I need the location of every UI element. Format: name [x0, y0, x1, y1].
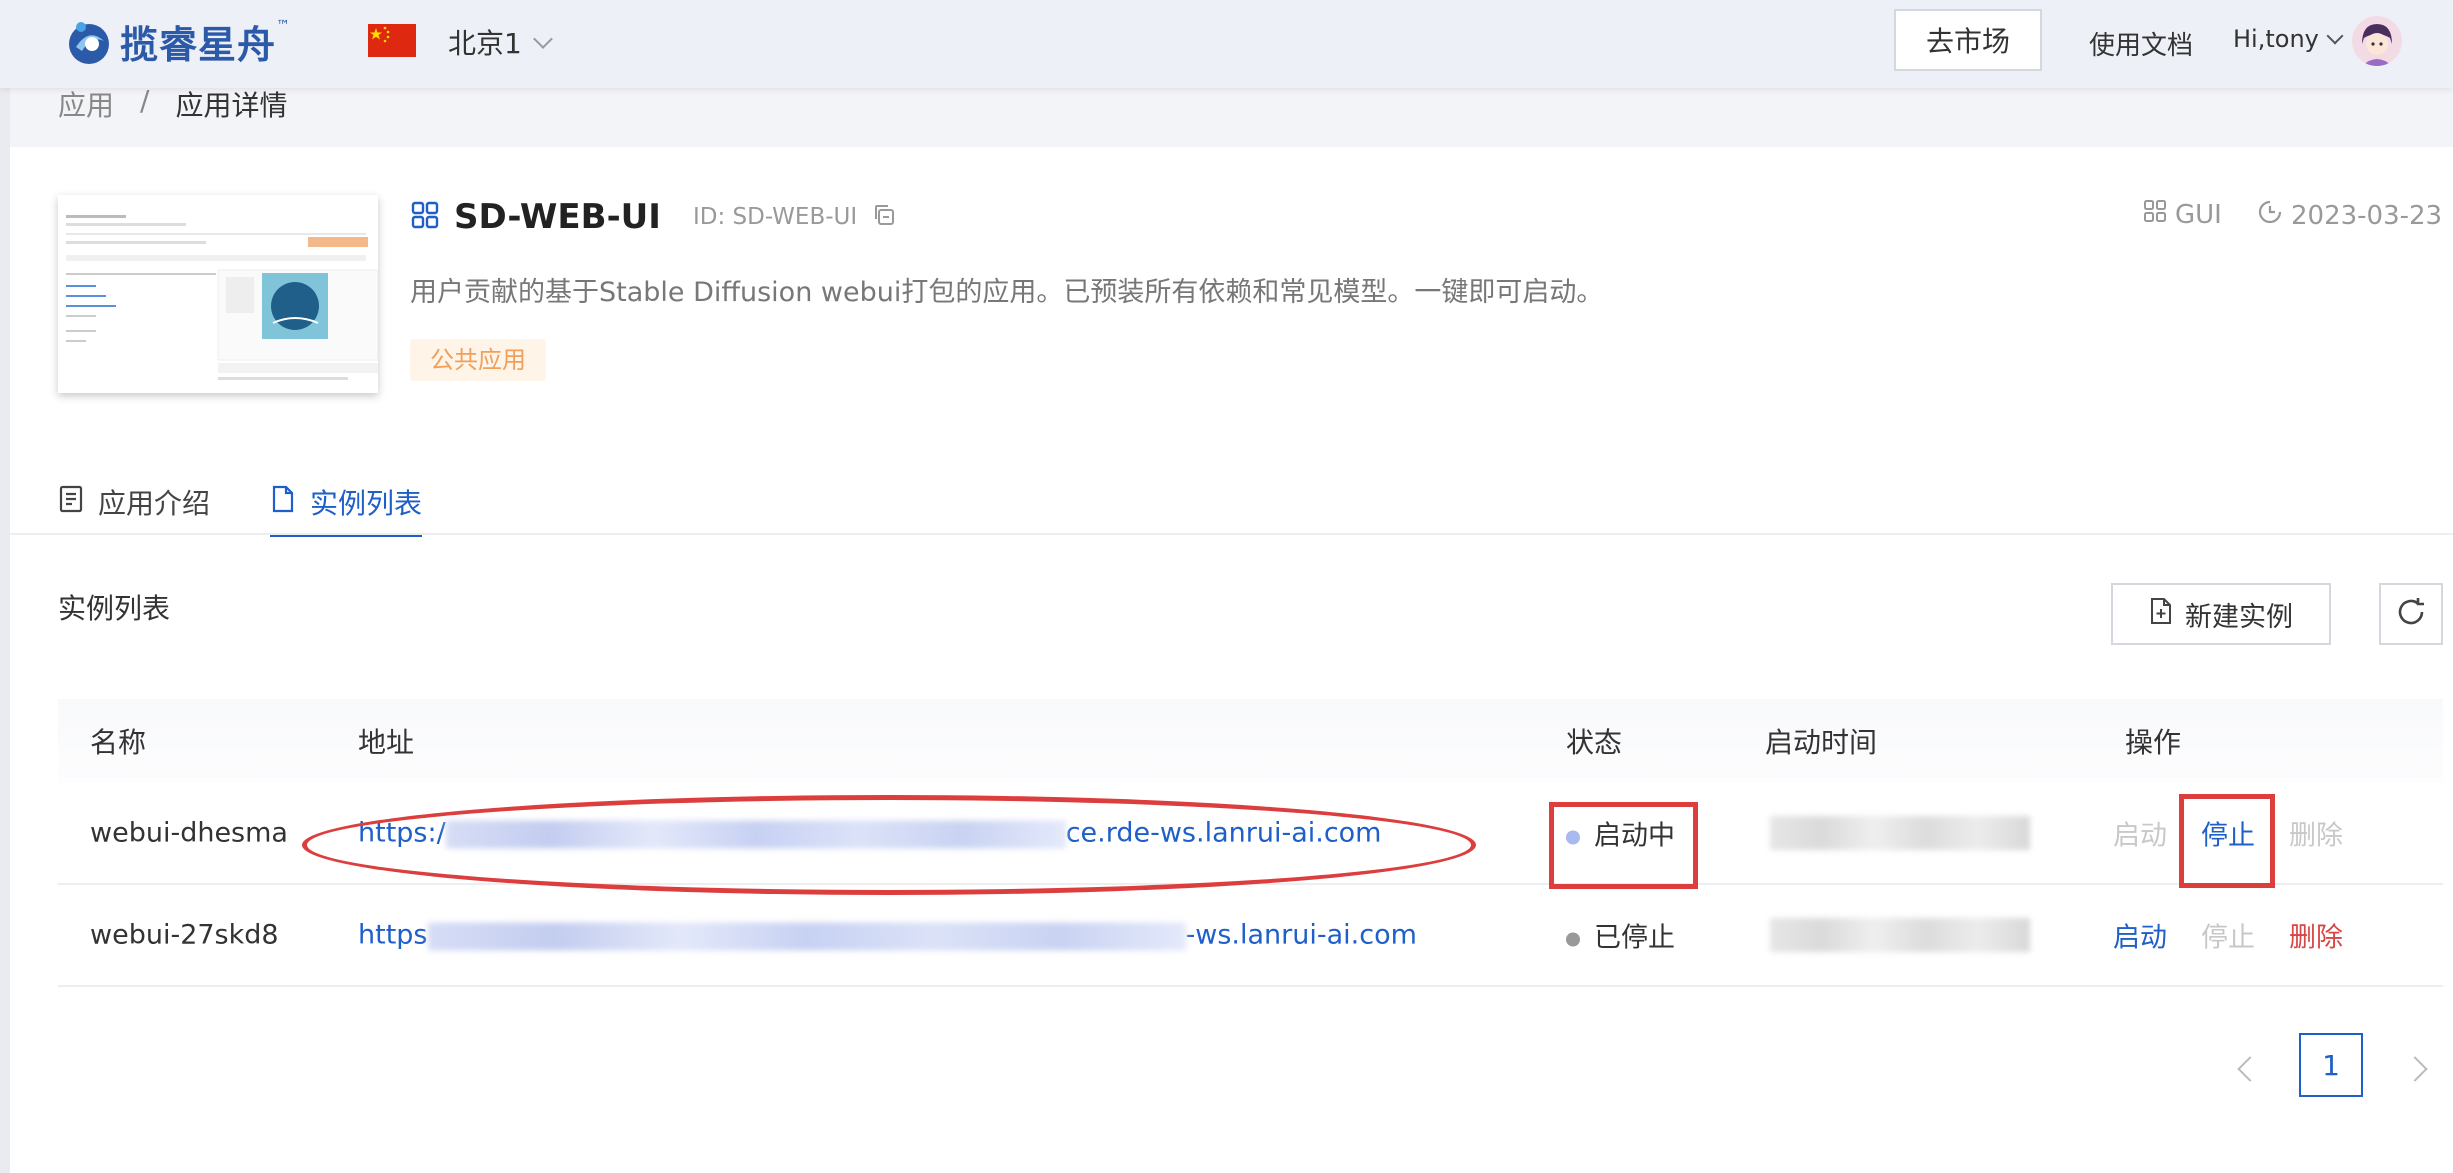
tab-bar: 应用介绍 实例列表: [58, 467, 423, 537]
app-type: GUI: [2143, 199, 2222, 230]
instance-url-link[interactable]: https -ws.lanrui-ai.com: [358, 920, 1417, 951]
blurred-start-time: [1770, 918, 2030, 952]
clock-icon: [2257, 199, 2283, 232]
pagination-page[interactable]: 1: [2299, 1033, 2363, 1097]
new-instance-label: 新建实例: [2185, 601, 2293, 633]
china-flag-icon: [368, 24, 416, 57]
column-header-status: 状态: [1566, 726, 1623, 759]
logo[interactable]: 揽睿星舟 ™: [64, 14, 290, 69]
delete-button[interactable]: 删除: [2289, 916, 2343, 955]
chevron-left-icon[interactable]: [2237, 1056, 2263, 1082]
app-id: ID: SD-WEB-UI: [692, 204, 858, 230]
app-detail-card: SD-WEB-UI ID: SD-WEB-UI 用户贡献的基于Stable Di…: [10, 147, 2453, 1173]
add-file-icon: [2149, 597, 2173, 632]
table-header: 名称 地址 状态 启动时间 操作: [58, 699, 2443, 783]
region-selector[interactable]: 北京1: [448, 22, 553, 62]
status-text: 已停止: [1594, 922, 1675, 954]
user-greeting: Hi,tony: [2233, 25, 2319, 53]
app-title-row: SD-WEB-UI ID: SD-WEB-UI: [410, 197, 897, 237]
avatar[interactable]: [2352, 16, 2402, 66]
annotation-box-status: [1549, 802, 1698, 889]
column-header-actions: 操作: [2125, 726, 2182, 759]
tab-app-intro[interactable]: 应用介绍: [58, 467, 210, 537]
column-header-start-time: 启动时间: [1765, 726, 1878, 759]
docs-link[interactable]: 使用文档: [2089, 25, 2193, 62]
annotation-ellipse: [302, 795, 1476, 895]
top-bar: 揽睿星舟 ™ 北京1 去市场 使用文档 Hi,tony: [0, 0, 2453, 88]
tab-label: 实例列表: [310, 487, 423, 520]
app-type-label: GUI: [2175, 199, 2222, 230]
app-date-label: 2023-03-23: [2291, 200, 2443, 231]
instance-name: webui-27skd8: [90, 919, 279, 951]
breadcrumb: 应用 / 应用详情: [58, 84, 287, 124]
logo-icon: [64, 17, 114, 67]
user-menu[interactable]: Hi,tony: [2233, 25, 2344, 53]
status-badge: 已停止: [1566, 916, 1675, 955]
delete-button[interactable]: 删除: [2289, 814, 2343, 853]
table-row: webui-27skd8 https -ws.lanrui-ai.com 已停止 …: [58, 885, 2443, 987]
column-header-address: 地址: [358, 726, 415, 759]
start-button[interactable]: 启动: [2113, 814, 2167, 853]
app-name: SD-WEB-UI: [454, 197, 661, 237]
chevron-down-icon: [532, 29, 553, 49]
start-button[interactable]: 启动: [2113, 916, 2167, 955]
section-title: 实例列表: [58, 592, 171, 625]
apps-icon: [2143, 199, 2167, 230]
blurred-url: [427, 922, 1186, 950]
region-label: 北京1: [448, 27, 522, 60]
blurred-start-time: [1770, 816, 2030, 850]
breadcrumb-separator: /: [140, 84, 150, 117]
public-app-tag: 公共应用: [410, 339, 546, 381]
annotation-box-stop: [2179, 794, 2275, 888]
file-icon: [270, 484, 296, 521]
app-thumbnail: [58, 195, 378, 393]
tab-instance-list[interactable]: 实例列表: [270, 467, 423, 537]
document-icon: [58, 484, 84, 521]
breadcrumb-root[interactable]: 应用: [58, 84, 114, 124]
tab-label: 应用介绍: [98, 487, 211, 520]
market-button[interactable]: 去市场: [1894, 9, 2042, 71]
refresh-button[interactable]: [2379, 583, 2443, 645]
app-date: 2023-03-23: [2257, 199, 2442, 232]
logo-text: 揽睿星舟: [120, 23, 277, 67]
status-dot: [1566, 932, 1580, 946]
apps-icon: [410, 200, 440, 234]
chevron-down-icon: [2326, 27, 2344, 45]
url-suffix: -ws.lanrui-ai.com: [1185, 919, 1417, 951]
left-gutter: [0, 88, 10, 1173]
new-instance-button[interactable]: 新建实例: [2111, 583, 2331, 645]
instance-name: webui-dhesma: [90, 817, 288, 849]
copy-icon[interactable]: [871, 202, 897, 232]
column-header-name: 名称: [90, 726, 147, 759]
breadcrumb-current: 应用详情: [175, 89, 288, 122]
stop-button[interactable]: 停止: [2201, 916, 2255, 955]
trademark: ™: [276, 18, 291, 34]
refresh-icon: [2394, 595, 2428, 633]
tab-divider: [10, 533, 2453, 535]
chevron-right-icon[interactable]: [2402, 1056, 2428, 1082]
url-prefix: https: [358, 919, 428, 951]
app-description: 用户贡献的基于Stable Diffusion webui打包的应用。已预装所有…: [410, 277, 1604, 308]
